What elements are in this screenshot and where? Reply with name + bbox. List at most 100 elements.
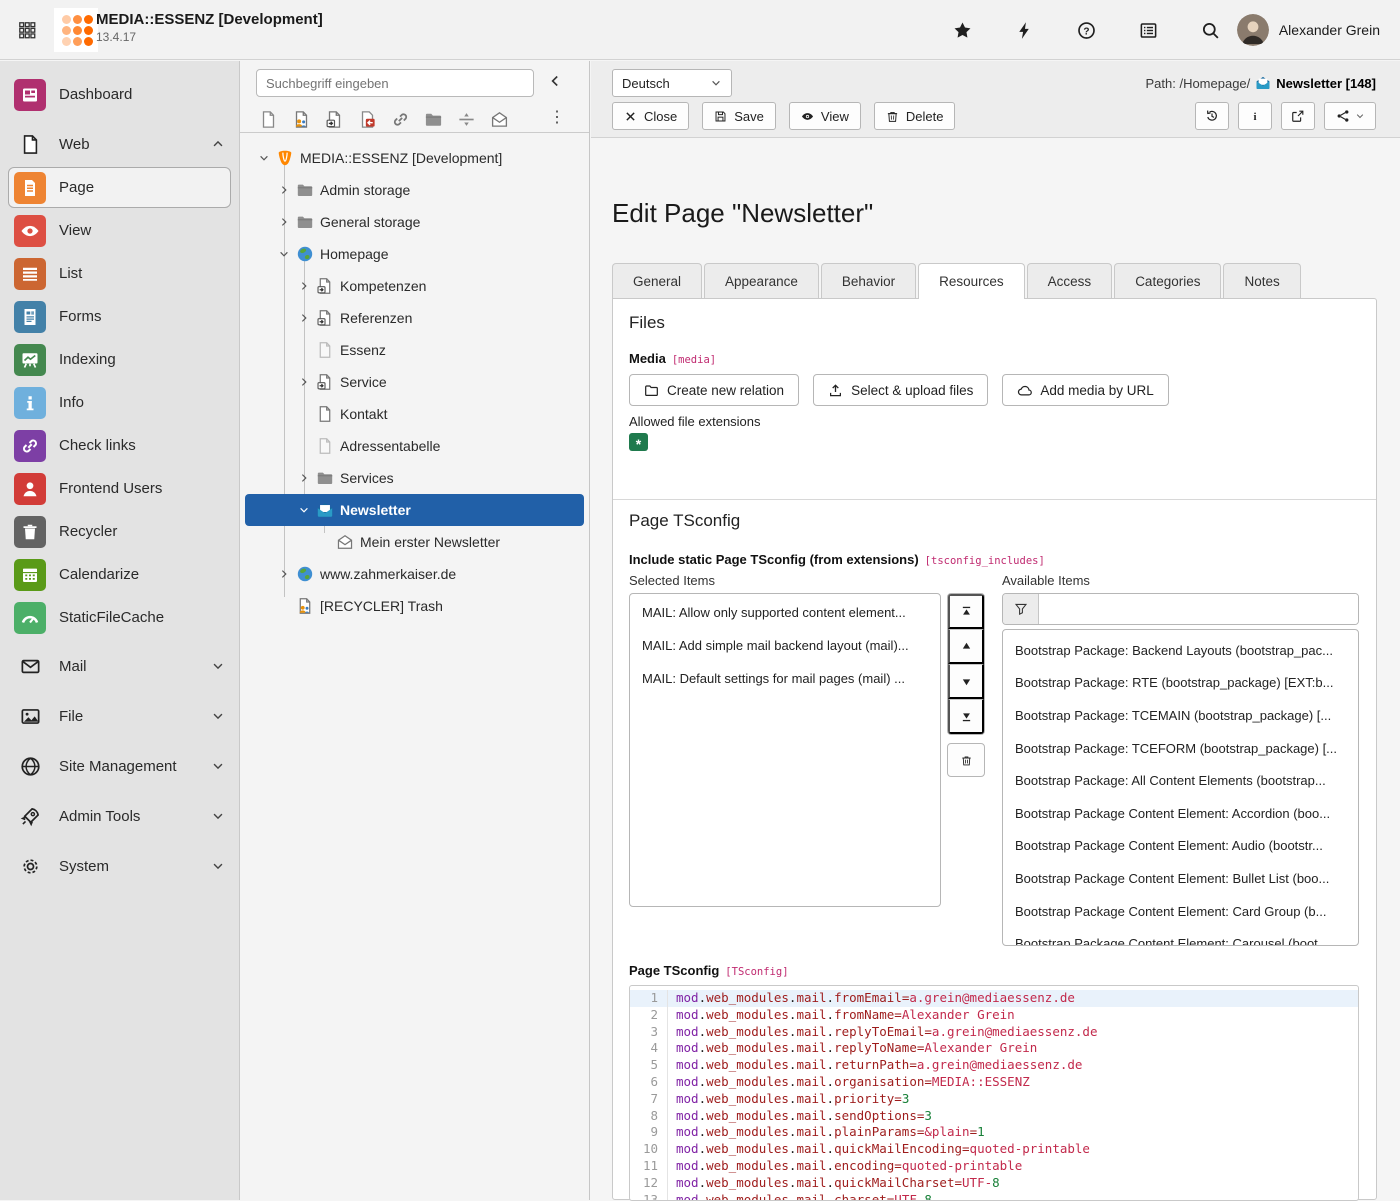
tree-node[interactable]: Adressentabelle bbox=[240, 430, 589, 462]
tree-node[interactable]: Kontakt bbox=[240, 398, 589, 430]
code-line[interactable]: 10mod.web_modules.mail.quickMailEncoding… bbox=[630, 1141, 1358, 1158]
tab-general[interactable]: General bbox=[612, 263, 702, 298]
tree-node[interactable]: www.zahmerkaiser.de bbox=[240, 558, 589, 590]
sidebar-item-site-management[interactable]: Site Management bbox=[0, 744, 239, 788]
sidebar-item-check-links[interactable]: Check links bbox=[0, 424, 239, 467]
doc-users-icon[interactable] bbox=[289, 107, 313, 131]
sidebar-item-system[interactable]: System bbox=[0, 844, 239, 888]
tree-node[interactable]: [RECYCLER] Trash bbox=[240, 590, 589, 622]
move-to-top-button[interactable] bbox=[948, 594, 984, 629]
language-select[interactable]: Deutsch bbox=[612, 69, 732, 97]
remove-item-button[interactable] bbox=[947, 743, 985, 777]
save-button[interactable]: Save bbox=[702, 102, 776, 130]
available-item[interactable]: Bootstrap Package: TCEFORM (bootstrap_pa… bbox=[1003, 732, 1358, 765]
tree-node[interactable]: Essenz bbox=[240, 334, 589, 366]
tree-node[interactable]: Mein erster Newsletter bbox=[240, 526, 589, 558]
available-item[interactable]: Bootstrap Package: Backend Layouts (boot… bbox=[1003, 634, 1358, 667]
close-button[interactable]: Close bbox=[612, 102, 689, 130]
code-line[interactable]: 11mod.web_modules.mail.encoding=quoted-p… bbox=[630, 1158, 1358, 1175]
tree-node[interactable]: Service bbox=[240, 366, 589, 398]
move-down-button[interactable] bbox=[948, 664, 984, 699]
available-item[interactable]: Bootstrap Package Content Element: Audio… bbox=[1003, 830, 1358, 863]
mail-open-icon[interactable] bbox=[487, 107, 511, 131]
delete-button[interactable]: Delete bbox=[874, 102, 956, 130]
tab-notes[interactable]: Notes bbox=[1223, 263, 1300, 298]
selected-item[interactable]: MAIL: Add simple mail backend layout (ma… bbox=[630, 629, 940, 662]
sidebar-item-page[interactable]: Page bbox=[0, 166, 239, 209]
tree-node[interactable]: Homepage bbox=[240, 238, 589, 270]
chevron-down-icon[interactable] bbox=[296, 502, 312, 518]
create-new-relation-button[interactable]: Create new relation bbox=[629, 374, 799, 406]
sidebar-item-web[interactable]: Web bbox=[0, 122, 239, 166]
doc-link-red-icon[interactable] bbox=[355, 107, 379, 131]
chevron-right-icon[interactable] bbox=[296, 470, 312, 486]
sidebar-item-view[interactable]: View bbox=[0, 209, 239, 252]
module-menu-toggle-icon[interactable] bbox=[18, 21, 37, 40]
view-button[interactable]: View bbox=[789, 102, 861, 130]
tree-node[interactable]: Admin storage bbox=[240, 174, 589, 206]
folder-fill-icon[interactable] bbox=[421, 107, 445, 131]
sidebar-item-staticfilecache[interactable]: StaticFileCache bbox=[0, 596, 239, 639]
tab-behavior[interactable]: Behavior bbox=[821, 263, 916, 298]
chevron-right-icon[interactable] bbox=[276, 182, 292, 198]
sidebar-item-indexing[interactable]: Indexing bbox=[0, 338, 239, 381]
tree-node[interactable]: MEDIA::ESSENZ [Development] bbox=[240, 142, 589, 174]
sidebar-item-dashboard[interactable]: Dashboard bbox=[0, 73, 239, 116]
history-button[interactable] bbox=[1195, 102, 1229, 130]
tab-resources[interactable]: Resources bbox=[918, 263, 1025, 299]
tree-node[interactable]: Referenzen bbox=[240, 302, 589, 334]
available-filter-input[interactable] bbox=[1039, 594, 1358, 624]
collapse-tree-icon[interactable] bbox=[547, 73, 567, 93]
code-line[interactable]: 9mod.web_modules.mail.plainParams=&plain… bbox=[630, 1124, 1358, 1141]
sidebar-item-info[interactable]: Info bbox=[0, 381, 239, 424]
sidebar-item-forms[interactable]: Forms bbox=[0, 295, 239, 338]
selected-item[interactable]: MAIL: Allow only supported content eleme… bbox=[630, 596, 940, 629]
bookmark-star-icon[interactable] bbox=[942, 10, 982, 50]
chevron-down-icon[interactable] bbox=[276, 246, 292, 262]
select-upload-files-button[interactable]: Select & upload files bbox=[813, 374, 988, 406]
doc-new-icon[interactable] bbox=[256, 107, 280, 131]
code-line[interactable]: 12mod.web_modules.mail.quickMailCharset=… bbox=[630, 1175, 1358, 1192]
divider-spacer-icon[interactable] bbox=[454, 107, 478, 131]
chevron-right-icon[interactable] bbox=[276, 566, 292, 582]
available-item[interactable]: Bootstrap Package Content Element: Card … bbox=[1003, 895, 1358, 928]
tab-appearance[interactable]: Appearance bbox=[704, 263, 819, 298]
available-item[interactable]: Bootstrap Package Content Element: Bulle… bbox=[1003, 862, 1358, 895]
tree-node[interactable]: General storage bbox=[240, 206, 589, 238]
sidebar-item-frontend-users[interactable]: Frontend Users bbox=[0, 467, 239, 510]
open-new-window-button[interactable] bbox=[1281, 102, 1315, 130]
chevron-down-icon[interactable] bbox=[256, 150, 272, 166]
tab-categories[interactable]: Categories bbox=[1114, 263, 1221, 298]
code-line[interactable]: 5mod.web_modules.mail.returnPath=a.grein… bbox=[630, 1057, 1358, 1074]
bolt-icon[interactable] bbox=[1004, 10, 1044, 50]
chevron-right-icon[interactable] bbox=[296, 310, 312, 326]
tree-node[interactable]: Kompetenzen bbox=[240, 270, 589, 302]
tab-access[interactable]: Access bbox=[1027, 263, 1113, 298]
available-item[interactable]: Bootstrap Package Content Element: Accor… bbox=[1003, 797, 1358, 830]
available-item[interactable]: Bootstrap Package: TCEMAIN (bootstrap_pa… bbox=[1003, 699, 1358, 732]
sidebar-item-mail[interactable]: Mail bbox=[0, 644, 239, 688]
selected-items-listbox[interactable]: MAIL: Allow only supported content eleme… bbox=[629, 593, 941, 907]
code-line[interactable]: 2mod.web_modules.mail.fromName=Alexander… bbox=[630, 1007, 1358, 1024]
available-item[interactable]: Bootstrap Package: RTE (bootstrap_packag… bbox=[1003, 667, 1358, 700]
share-nodes-button[interactable] bbox=[1324, 102, 1376, 130]
tree-node[interactable]: Newsletter bbox=[245, 494, 584, 526]
sidebar-item-admin-tools[interactable]: Admin Tools bbox=[0, 794, 239, 838]
doc-shortcut-icon[interactable] bbox=[322, 107, 346, 131]
tree-more-options-icon[interactable]: ⋮ bbox=[549, 107, 565, 129]
available-items-listbox[interactable]: Bootstrap Package: Backend Layouts (boot… bbox=[1002, 629, 1359, 946]
code-line[interactable]: 4mod.web_modules.mail.replyToName=Alexan… bbox=[630, 1040, 1358, 1057]
chevron-right-icon[interactable] bbox=[296, 374, 312, 390]
code-line[interactable]: 7mod.web_modules.mail.priority=3 bbox=[630, 1091, 1358, 1108]
sidebar-item-file[interactable]: File bbox=[0, 694, 239, 738]
code-line[interactable]: 3mod.web_modules.mail.replyToEmail=a.gre… bbox=[630, 1024, 1358, 1041]
chain-gray-icon[interactable] bbox=[388, 107, 412, 131]
code-line[interactable]: 1mod.web_modules.mail.fromEmail=a.grein@… bbox=[630, 990, 1358, 1007]
sidebar-item-list[interactable]: List bbox=[0, 252, 239, 295]
code-line[interactable]: 8mod.web_modules.mail.sendOptions=3 bbox=[630, 1108, 1358, 1125]
live-search-list-icon[interactable] bbox=[1128, 10, 1168, 50]
tsconfig-code-editor[interactable]: 1mod.web_modules.mail.fromEmail=a.grein@… bbox=[629, 985, 1359, 1201]
tree-node[interactable]: Services bbox=[240, 462, 589, 494]
add-media-by-url-button[interactable]: Add media by URL bbox=[1002, 374, 1168, 406]
code-line[interactable]: 6mod.web_modules.mail.organisation=MEDIA… bbox=[630, 1074, 1358, 1091]
